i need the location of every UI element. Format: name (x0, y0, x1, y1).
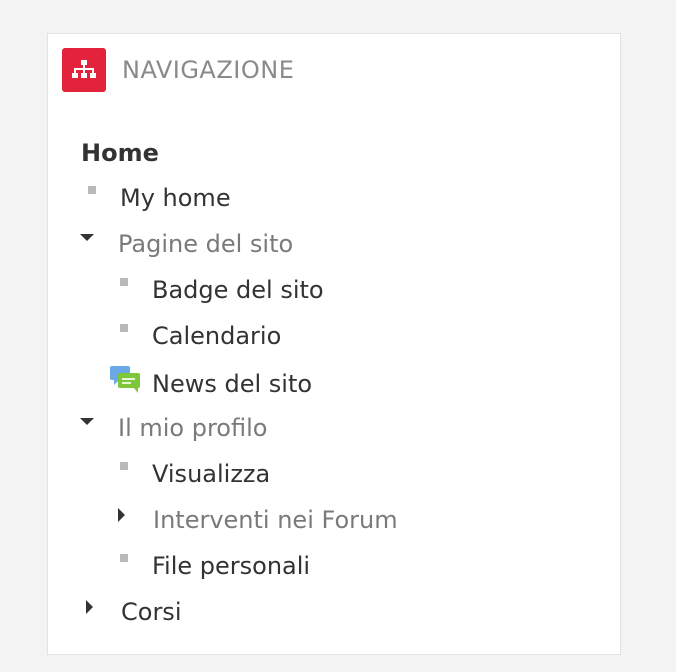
bullet-icon (120, 278, 128, 286)
expanded-arrow-icon[interactable] (80, 417, 94, 425)
nav-item-site-news[interactable]: News del sito (110, 366, 313, 398)
nav-item-label: Calendario (152, 322, 282, 350)
nav-item-label: Pagine del sito (118, 230, 294, 258)
bullet-icon (120, 554, 128, 562)
nav-item-label: News del sito (152, 370, 313, 398)
nav-item-private-files[interactable]: File personali (120, 554, 310, 578)
block-header: NAVIGAZIONE (62, 48, 294, 92)
nav-item-forum-posts[interactable]: Interventi nei Forum (118, 508, 398, 532)
nav-item-label: My home (120, 184, 231, 212)
nav-item-label: File personali (152, 552, 311, 580)
bullet-icon (88, 186, 96, 194)
nav-item-label: Badge del sito (152, 276, 324, 304)
forum-chat-icon (110, 366, 144, 394)
nav-item-site-badges[interactable]: Badge del sito (120, 278, 324, 302)
nav-item-site-pages[interactable]: Pagine del sito (80, 232, 293, 256)
nav-item-home[interactable]: Home (81, 141, 159, 165)
nav-item-view-profile[interactable]: Visualizza (120, 462, 270, 486)
block-title: NAVIGAZIONE (122, 56, 295, 84)
bullet-icon (120, 324, 128, 332)
nav-item-label: Interventi nei Forum (153, 506, 398, 534)
collapsed-arrow-icon[interactable] (86, 600, 93, 614)
sitemap-icon (62, 48, 106, 92)
nav-item-calendar[interactable]: Calendario (120, 324, 281, 348)
bullet-icon (120, 462, 128, 470)
nav-item-my-profile[interactable]: Il mio profilo (80, 416, 267, 440)
nav-item-courses[interactable]: Corsi (86, 600, 181, 624)
collapsed-arrow-icon[interactable] (118, 508, 125, 522)
nav-item-my-home[interactable]: My home (88, 186, 231, 210)
nav-item-label: Corsi (121, 598, 182, 626)
nav-item-label: Il mio profilo (118, 414, 268, 442)
expanded-arrow-icon[interactable] (80, 233, 94, 241)
nav-item-label: Home (81, 139, 159, 167)
navigation-block: NAVIGAZIONE Home My home Pagine del sito… (47, 33, 621, 655)
nav-item-label: Visualizza (152, 460, 271, 488)
